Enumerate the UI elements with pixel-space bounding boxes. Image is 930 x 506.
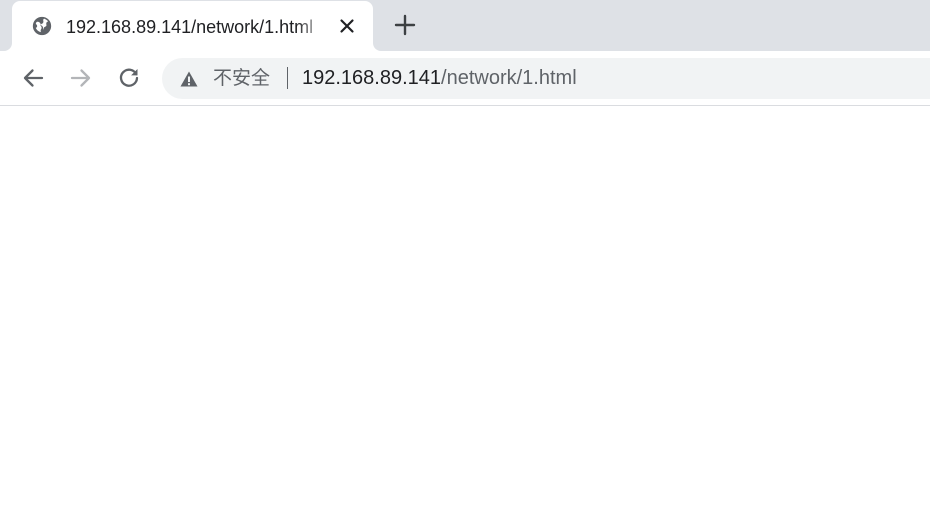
url-host: 192.168.89.141 [302,67,442,89]
active-tab[interactable]: 192.168.89.141/network/1.html [12,1,373,51]
tab-title: 192.168.89.141/network/1.html [66,17,314,37]
page-content [0,106,930,506]
security-status-label[interactable]: 不安全 [213,66,270,91]
omnibox-divider [287,67,288,89]
close-icon[interactable] [337,16,357,36]
globe-icon [32,16,52,36]
plus-icon[interactable] [392,12,418,38]
forward-arrow-icon[interactable] [68,65,94,91]
url-text[interactable]: 192.168.89.141/network/1.html [302,66,577,91]
tab-strip: 192.168.89.141/network/1.html [0,0,930,51]
back-arrow-icon[interactable] [20,65,46,91]
reload-icon[interactable] [116,65,142,91]
browser-toolbar: 不安全 192.168.89.141/network/1.html [0,51,930,106]
address-bar[interactable]: 不安全 192.168.89.141/network/1.html [162,58,930,99]
url-path: /network/1.html [441,67,577,89]
warning-icon[interactable] [179,69,199,89]
